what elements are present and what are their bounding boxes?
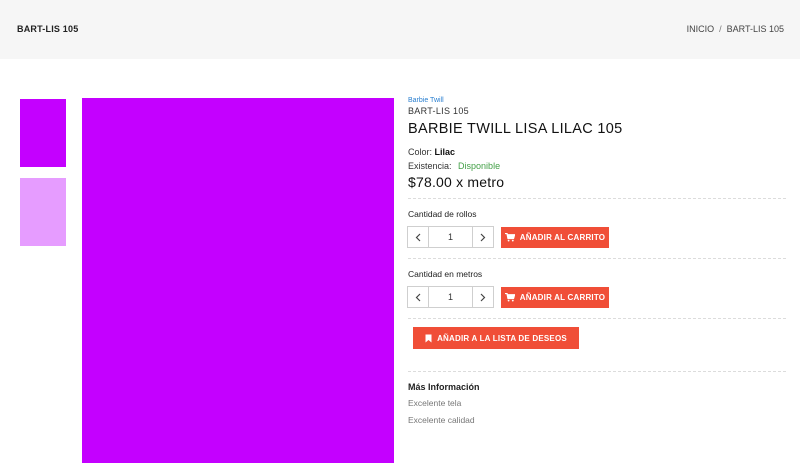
rolls-quantity-stepper — [407, 226, 494, 248]
color-row: Color: Lilac — [408, 147, 786, 157]
stock-label: Existencia: — [408, 161, 452, 171]
page-title: BART-LIS 105 — [17, 24, 79, 34]
product-sku: BART-LIS 105 — [408, 106, 469, 116]
chevron-right-icon — [480, 233, 486, 241]
divider — [408, 318, 786, 319]
divider — [408, 258, 786, 259]
product-price: $78.00 x metro — [408, 174, 505, 190]
add-to-wishlist-button[interactable]: AÑADIR A LA LISTA DE DESEOS — [413, 327, 579, 349]
stock-status: Disponible — [458, 161, 501, 171]
chevron-right-icon — [480, 293, 486, 301]
wishlist-label: AÑADIR A LA LISTA DE DESEOS — [437, 333, 567, 343]
color-label: Color: — [408, 147, 433, 157]
product-title: BARBIE TWILL LISA LILAC 105 — [408, 121, 623, 137]
more-info-title: Más Información — [408, 382, 480, 392]
stock-row: Existencia: Disponible — [408, 161, 786, 171]
rolls-decrease-button[interactable] — [408, 227, 429, 247]
main-product-image — [82, 98, 394, 463]
thumbnail-1[interactable] — [20, 99, 66, 167]
product-info: Barbie Twill BART-LIS 105 BARBIE TWILL L… — [408, 97, 786, 190]
rolls-quantity-label: Cantidad de rollos — [408, 209, 477, 219]
breadcrumb-home-link[interactable]: INICIO — [687, 24, 715, 34]
rolls-increase-button[interactable] — [472, 227, 493, 247]
breadcrumb: INICIO / BART-LIS 105 — [687, 24, 784, 34]
divider — [408, 198, 786, 199]
meters-increase-button[interactable] — [472, 287, 493, 307]
color-value: Lilac — [434, 147, 456, 157]
meters-quantity-input[interactable] — [429, 287, 472, 307]
add-meters-to-cart-button[interactable]: AÑADIR AL CARRITO — [501, 287, 609, 308]
bookmark-icon — [425, 334, 432, 343]
add-to-cart-label: AÑADIR AL CARRITO — [519, 293, 606, 302]
category-link[interactable]: Barbie Twill — [408, 97, 786, 104]
thumbnail-2[interactable] — [20, 178, 66, 246]
add-rolls-to-cart-button[interactable]: AÑADIR AL CARRITO — [501, 227, 609, 248]
meters-quantity-stepper — [407, 286, 494, 308]
chevron-left-icon — [415, 233, 421, 241]
page-header: BART-LIS 105 INICIO / BART-LIS 105 — [0, 0, 800, 59]
add-to-cart-label: AÑADIR AL CARRITO — [519, 233, 606, 242]
rolls-quantity-input[interactable] — [429, 227, 472, 247]
meters-decrease-button[interactable] — [408, 287, 429, 307]
more-info-line: Excelente calidad — [408, 415, 475, 425]
breadcrumb-current: BART-LIS 105 — [726, 24, 784, 34]
breadcrumb-separator: / — [719, 24, 722, 34]
cart-icon — [504, 233, 515, 242]
divider — [408, 371, 786, 372]
chevron-left-icon — [415, 293, 421, 301]
meters-quantity-label: Cantidad en metros — [408, 269, 483, 279]
more-info-line: Excelente tela — [408, 398, 462, 408]
cart-icon — [504, 293, 515, 302]
